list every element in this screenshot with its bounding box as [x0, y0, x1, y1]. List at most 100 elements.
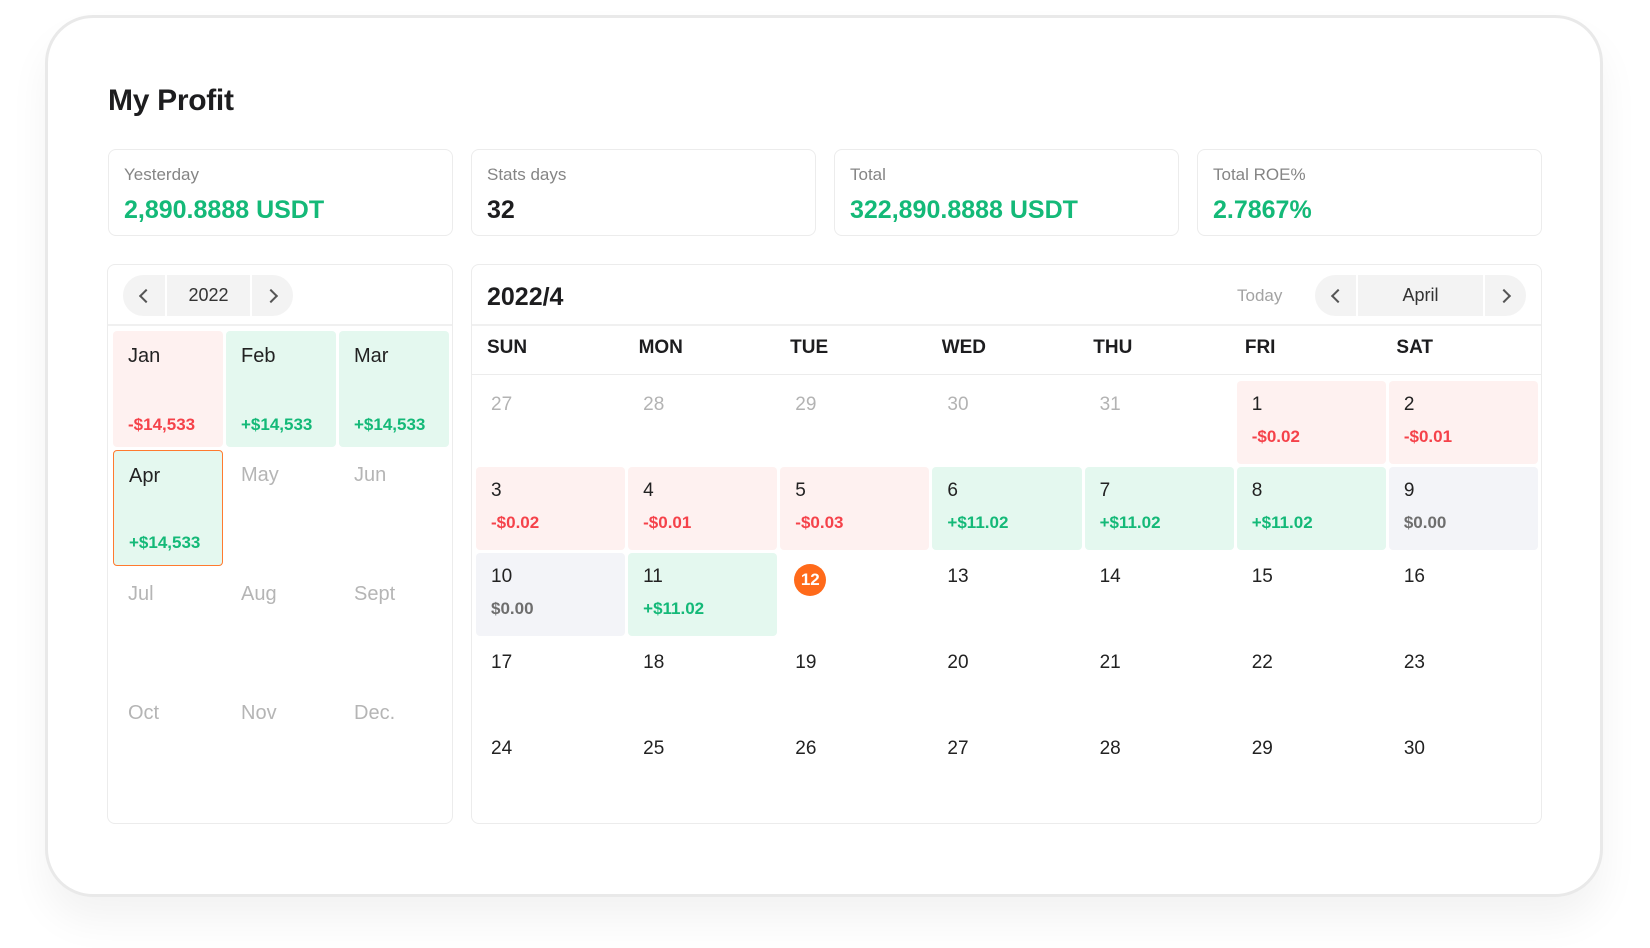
- day-cell[interactable]: 6 +$11.02: [932, 467, 1082, 550]
- day-cell[interactable]: 30: [932, 381, 1081, 464]
- stat-value: 322,890.8888 USDT: [850, 196, 1078, 224]
- next-year-button[interactable]: [252, 275, 293, 316]
- month-cell-oct[interactable]: Oct: [113, 688, 223, 804]
- day-number: 27: [491, 394, 513, 415]
- day-cell[interactable]: 10 $0.00: [476, 553, 626, 636]
- day-number: 24: [491, 738, 513, 759]
- month-cell-dec[interactable]: Dec.: [339, 688, 449, 804]
- day-number: 18: [643, 652, 665, 673]
- month-name: Nov: [241, 702, 277, 724]
- year-panel: 2022 Jan -$14,533 Feb +$14,533 Mar +$14,533 Ap…: [107, 264, 453, 824]
- weekday-tue: TUE: [790, 337, 829, 358]
- month-cell-nov[interactable]: Nov: [226, 688, 336, 804]
- weekday-thu: THU: [1093, 337, 1133, 358]
- day-cell[interactable]: 2 -$0.01: [1388, 381, 1538, 464]
- month-name: Jan: [128, 345, 161, 367]
- day-profit-value: -$0.02: [491, 513, 540, 532]
- day-profit-value: -$0.02: [1251, 427, 1300, 446]
- day-profit-value: $0.00: [1403, 513, 1447, 532]
- day-number: 19: [795, 652, 817, 673]
- day-cell[interactable]: 5 -$0.03: [780, 467, 930, 550]
- prev-month-button[interactable]: [1315, 275, 1356, 316]
- day-cell[interactable]: 28: [628, 381, 777, 464]
- day-profit-value: +$11.02: [643, 599, 705, 618]
- month-name: May: [241, 464, 279, 486]
- month-cell-sept[interactable]: Sept: [339, 569, 449, 685]
- month-name: Mar: [354, 345, 389, 367]
- day-number: 29: [795, 394, 817, 415]
- month-name: Apr: [129, 465, 161, 487]
- day-cell[interactable]: 29: [1237, 725, 1386, 808]
- calendar-panel: 2022/4 Today April SUN MON TUE WED THU F…: [471, 264, 1542, 824]
- next-month-button[interactable]: [1485, 275, 1526, 316]
- day-cell[interactable]: 27: [932, 725, 1081, 808]
- divider: [472, 324, 1541, 326]
- day-number: 1: [1251, 394, 1263, 415]
- stat-value: 32: [487, 196, 515, 224]
- day-number: 20: [947, 652, 969, 673]
- day-cell[interactable]: 9 $0.00: [1388, 467, 1538, 550]
- day-cell[interactable]: 4 -$0.01: [628, 467, 778, 550]
- today-button[interactable]: Today: [1237, 286, 1282, 306]
- day-cell[interactable]: 19: [780, 639, 929, 722]
- prev-year-button[interactable]: [123, 275, 165, 316]
- day-cell[interactable]: 23: [1389, 639, 1538, 722]
- day-cell[interactable]: 14: [1085, 553, 1234, 636]
- day-number: 30: [947, 394, 969, 415]
- day-profit-value: -$0.01: [1403, 427, 1453, 446]
- day-profit-value: +$11.02: [1099, 513, 1161, 532]
- day-cell[interactable]: 13: [932, 553, 1081, 636]
- day-cell[interactable]: 18: [628, 639, 777, 722]
- day-cell[interactable]: 27: [476, 381, 625, 464]
- day-number: 26: [795, 738, 817, 759]
- day-number: 25: [643, 738, 665, 759]
- day-number: 27: [947, 738, 969, 759]
- day-cell[interactable]: 30: [1389, 725, 1538, 808]
- day-cell-today[interactable]: 12: [780, 553, 929, 636]
- day-cell[interactable]: 26: [780, 725, 929, 808]
- day-number: 16: [1403, 566, 1425, 587]
- day-number: 7: [1099, 480, 1111, 501]
- day-cell[interactable]: 3 -$0.02: [476, 467, 626, 550]
- stat-value: 2.7867%: [1213, 196, 1312, 224]
- month-cell-jan[interactable]: Jan -$14,533: [113, 331, 223, 447]
- month-cell-apr[interactable]: Apr +$14,533: [113, 450, 223, 566]
- day-cell[interactable]: 15: [1237, 553, 1386, 636]
- month-name: Jun: [354, 464, 387, 486]
- stat-label: Yesterday: [124, 165, 199, 184]
- day-number: 31: [1099, 394, 1121, 415]
- weekday-mon: MON: [638, 337, 683, 358]
- day-number: 4: [643, 480, 654, 501]
- day-number: 8: [1251, 480, 1263, 501]
- month-cell-feb[interactable]: Feb +$14,533: [226, 331, 336, 447]
- month-cell-jun[interactable]: Jun: [339, 450, 449, 566]
- month-cell-mar[interactable]: Mar +$14,533: [339, 331, 449, 447]
- day-grid: 27 28 29 30 31 1 -$0.02 2 -$0.01 3 -$0.02 4 -$0.01 5 -…: [476, 381, 1538, 808]
- calendar-title: 2022/4: [487, 283, 564, 311]
- day-cell[interactable]: 22: [1237, 639, 1386, 722]
- day-cell[interactable]: 7 +$11.02: [1084, 467, 1234, 550]
- month-cell-jul[interactable]: Jul: [113, 569, 223, 685]
- day-cell[interactable]: 24: [476, 725, 625, 808]
- stat-value: 2,890.8888 USDT: [124, 196, 325, 224]
- day-cell[interactable]: 28: [1085, 725, 1234, 808]
- day-cell[interactable]: 17: [476, 639, 625, 722]
- day-cell[interactable]: 11 +$11.02: [628, 553, 778, 636]
- day-cell[interactable]: 31: [1085, 381, 1234, 464]
- day-cell[interactable]: 29: [780, 381, 929, 464]
- day-profit-value: -$0.01: [643, 513, 692, 532]
- day-cell[interactable]: 25: [628, 725, 777, 808]
- month-profit-value: +$14,533: [241, 415, 313, 434]
- day-cell[interactable]: 16: [1389, 553, 1538, 636]
- month-cell-may[interactable]: May: [226, 450, 336, 566]
- page-title: My Profit: [108, 84, 234, 117]
- day-cell[interactable]: 20: [932, 639, 1081, 722]
- day-cell[interactable]: 1 -$0.02: [1236, 381, 1386, 464]
- day-cell[interactable]: 21: [1085, 639, 1234, 722]
- month-name: Oct: [128, 702, 160, 724]
- weekday-wed: WED: [941, 337, 987, 358]
- stat-card-yesterday: Yesterday 2,890.8888 USDT: [108, 149, 453, 236]
- month-cell-aug[interactable]: Aug: [226, 569, 336, 685]
- month-label: April: [1358, 275, 1483, 316]
- day-cell[interactable]: 8 +$11.02: [1236, 467, 1386, 550]
